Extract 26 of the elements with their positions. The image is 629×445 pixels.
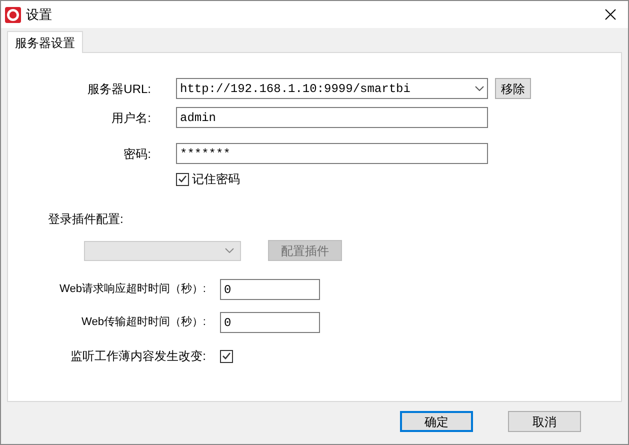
dialog-button[interactable]: 取消	[508, 411, 581, 432]
checkbox[interactable]	[220, 350, 233, 362]
timeout-field[interactable]: 0	[220, 279, 320, 300]
field-label: 服务器URL:	[86, 80, 151, 98]
timeout-field[interactable]: 0	[220, 312, 320, 333]
check-icon	[222, 352, 231, 360]
url-combobox[interactable]: http://192.168.1.10:9999/smartbi	[176, 78, 488, 99]
password-field[interactable]: *******	[176, 143, 488, 164]
dialog-button[interactable]: 确定	[400, 411, 473, 432]
remove-button[interactable]: 移除	[495, 78, 531, 99]
window-title: 设置	[26, 6, 52, 24]
field-label: 监听工作薄内容发生改变:	[70, 348, 206, 365]
checkbox-label: 记住密码	[192, 171, 240, 188]
section-label: 登录插件配置:	[48, 211, 124, 228]
close-icon[interactable]	[605, 9, 616, 20]
app-logo-icon	[5, 6, 21, 22]
check-icon	[178, 175, 187, 183]
username-field[interactable]: admin	[176, 107, 488, 128]
field-label: 密码:	[122, 146, 151, 162]
chevron-down-icon	[225, 248, 234, 253]
checkbox[interactable]	[176, 172, 189, 186]
field-label: Web传输超时时间（秒）:	[80, 315, 206, 330]
field-label: Web请求响应超时时间（秒）:	[58, 282, 206, 298]
field-label: 用户名:	[110, 110, 151, 126]
tab[interactable]: 服务器设置	[7, 31, 83, 53]
chevron-down-icon	[475, 86, 484, 91]
